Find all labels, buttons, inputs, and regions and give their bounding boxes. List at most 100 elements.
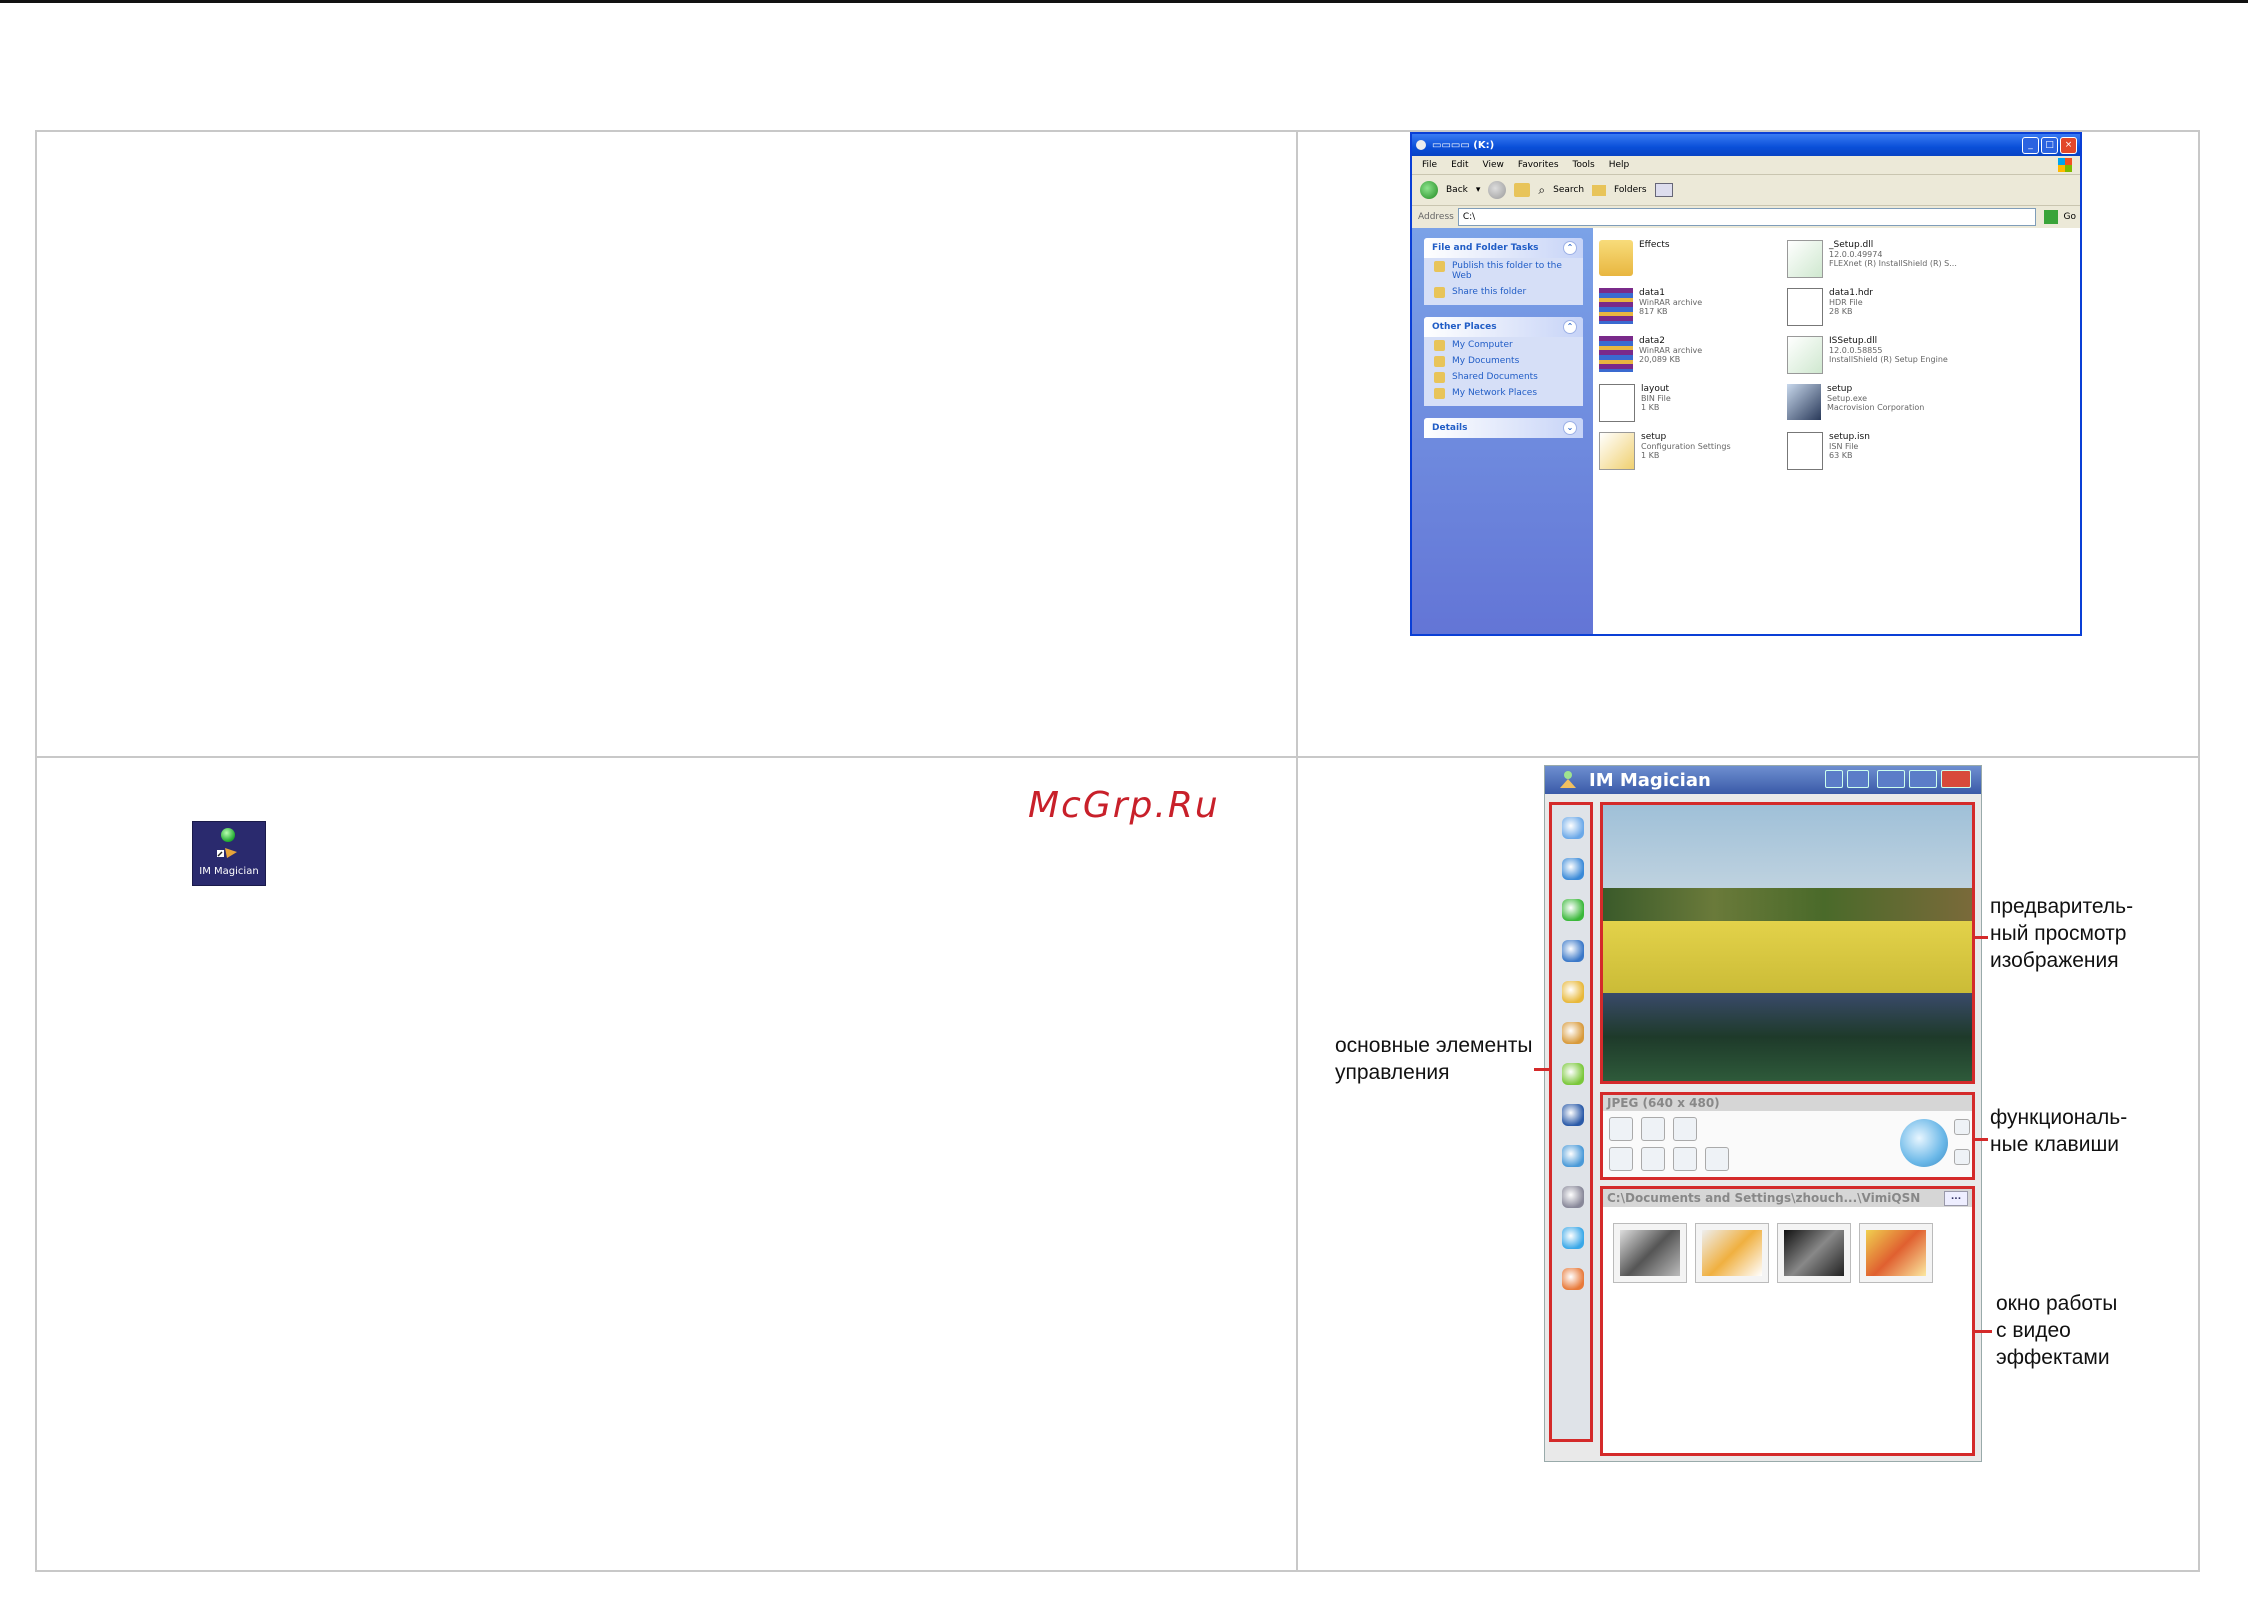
fit-icon[interactable] [1954, 1149, 1970, 1165]
annotation-pointer [1972, 936, 1988, 939]
restore-button[interactable] [1909, 770, 1937, 788]
panel-link[interactable]: Publish this folder to the Web [1424, 258, 1583, 284]
exe-file-icon [1787, 384, 1821, 420]
fullscreen-icon[interactable] [1609, 1117, 1633, 1141]
folder-file-icon [1599, 240, 1633, 276]
maximize-button[interactable]: □ [2041, 137, 2058, 154]
file-item[interactable]: data1 WinRAR archive 817 KB [1599, 288, 1779, 328]
skin-button[interactable] [1847, 770, 1869, 788]
menu-edit[interactable]: Edit [1451, 160, 1468, 170]
effect-thumbnail[interactable] [1859, 1223, 1933, 1283]
file-item[interactable]: setup Setup.exe Macrovision Corporation [1787, 384, 1967, 424]
annotation-effects: окно работы с видео эффектами [1996, 1290, 2117, 1371]
camera-icon[interactable] [1562, 817, 1584, 839]
file-name: setup [1641, 432, 1667, 442]
layers-icon[interactable] [1641, 1147, 1665, 1171]
menu-tools[interactable]: Tools [1573, 160, 1595, 170]
im-magician-desktop-shortcut[interactable]: IM Magician [192, 821, 266, 886]
preview-field [1603, 920, 1972, 1004]
close-button[interactable] [1941, 770, 1971, 788]
folders-icon[interactable] [1592, 184, 1607, 196]
file-item[interactable]: data1.hdr HDR File 28 KB [1787, 288, 1967, 328]
pen-nib-icon[interactable] [1562, 1104, 1584, 1126]
wizard-icon[interactable] [1562, 940, 1584, 962]
panel-title[interactable]: Other Places [1432, 322, 1497, 332]
file-item[interactable]: ISSetup.dll 12.0.0.58855 InstallShield (R)… [1787, 336, 1967, 376]
go-arrow-icon[interactable] [2043, 210, 2058, 224]
rotate-icon[interactable] [1609, 1147, 1633, 1171]
panel-title[interactable]: File and Folder Tasks [1432, 243, 1539, 253]
annotation-line: предваритель- [1990, 895, 2134, 918]
search-icon[interactable]: ⌕ [1538, 183, 1545, 198]
file-item[interactable]: data2 WinRAR archive 20,089 KB [1599, 336, 1779, 376]
browse-button[interactable]: ... [1944, 1191, 1968, 1206]
views-icon[interactable] [1654, 183, 1673, 197]
collapse-chevron-icon[interactable]: ⌃ [1563, 320, 1577, 334]
menu-view[interactable]: View [1483, 160, 1504, 170]
panel-title[interactable]: Details [1432, 423, 1467, 433]
file-detail: ISN File [1829, 442, 1859, 451]
shield-icon[interactable] [1562, 899, 1584, 921]
capture-camera-button[interactable] [1900, 1119, 1948, 1167]
flash-icon[interactable] [1705, 1147, 1729, 1171]
file-item[interactable]: setup Configuration Settings 1 KB [1599, 432, 1779, 472]
palette-icon[interactable] [1562, 1022, 1584, 1044]
annotation-line: основные элементы [1335, 1034, 1533, 1057]
drive-icon [1416, 140, 1426, 150]
file-item[interactable]: _Setup.dll 12.0.0.49974 FLEXnet (R) Instal… [1787, 240, 1967, 280]
file-item[interactable]: setup.isn ISN File 63 KB [1787, 432, 1967, 472]
effect-thumbnail[interactable] [1695, 1223, 1769, 1283]
file-item[interactable]: layout BIN File 1 KB [1599, 384, 1779, 424]
file-list: Effects _Setup.dll 12.0.0.49974 FLEXnet (R)… [1593, 228, 2080, 634]
back-button[interactable]: Back [1446, 185, 1468, 195]
effect-thumbnail[interactable] [1777, 1223, 1851, 1283]
table-column-divider [1296, 130, 1298, 1572]
search-button[interactable]: Search [1553, 185, 1584, 195]
sun-gear-icon[interactable] [1562, 981, 1584, 1003]
minimize-button[interactable] [1877, 770, 1905, 788]
file-name: data2 [1639, 336, 1665, 346]
address-bar: Address C:\ Go [1412, 206, 2080, 229]
frame-icon[interactable] [1673, 1147, 1697, 1171]
go-button[interactable]: Go [2064, 212, 2076, 222]
folders-button[interactable]: Folders [1614, 185, 1647, 195]
address-label: Address [1418, 212, 1454, 222]
copy-icon[interactable] [1641, 1117, 1665, 1141]
menu-file[interactable]: File [1422, 160, 1437, 170]
panel-link[interactable]: Shared Documents [1424, 369, 1583, 385]
back-dropdown-icon[interactable]: ▾ [1476, 185, 1481, 195]
annotation-line: окно работы [1996, 1292, 2118, 1315]
panel-link[interactable]: My Documents [1424, 353, 1583, 369]
collapse-chevron-icon[interactable]: ⌃ [1563, 241, 1577, 255]
panel-link[interactable]: My Network Places [1424, 385, 1583, 406]
pen-icon[interactable] [1673, 1117, 1697, 1141]
back-arrow-icon[interactable] [1420, 181, 1438, 199]
menu-help[interactable]: Help [1609, 160, 1630, 170]
panel-link[interactable]: Share this folder [1424, 284, 1583, 305]
up-folder-icon[interactable] [1514, 183, 1531, 197]
close-button[interactable]: × [2060, 137, 2077, 154]
expand-chevron-icon[interactable]: ⌄ [1563, 421, 1577, 435]
file-detail: InstallShield (R) Setup Engine [1829, 355, 1948, 364]
file-item[interactable]: Effects [1599, 240, 1779, 280]
effect-thumbnail[interactable] [1613, 1223, 1687, 1283]
minimize-button[interactable]: _ [2022, 137, 2039, 154]
address-field[interactable]: C:\ [1457, 208, 2036, 226]
settings-button[interactable] [1825, 770, 1843, 788]
stack-icon[interactable] [1562, 1063, 1584, 1085]
file-detail: HDR File [1829, 298, 1863, 307]
menu-favorites[interactable]: Favorites [1518, 160, 1559, 170]
zoom-in-icon[interactable] [1954, 1119, 1970, 1135]
forward-arrow-icon[interactable] [1488, 181, 1507, 199]
magician-icon[interactable] [1562, 1268, 1584, 1290]
file-name: setup [1827, 384, 1853, 394]
table-row-divider [35, 756, 2200, 758]
panel-link[interactable]: My Computer [1424, 337, 1583, 353]
file-detail: 63 KB [1829, 451, 1853, 460]
share-icon[interactable] [1562, 1145, 1584, 1167]
figure-icon[interactable] [1562, 1186, 1584, 1208]
magic-hat-icon[interactable] [1562, 858, 1584, 880]
globe-icon[interactable] [1562, 1227, 1584, 1249]
file-detail: FLEXnet (R) InstallShield (R) S... [1829, 259, 1957, 268]
magician-title: IM Magician [1589, 769, 1711, 791]
